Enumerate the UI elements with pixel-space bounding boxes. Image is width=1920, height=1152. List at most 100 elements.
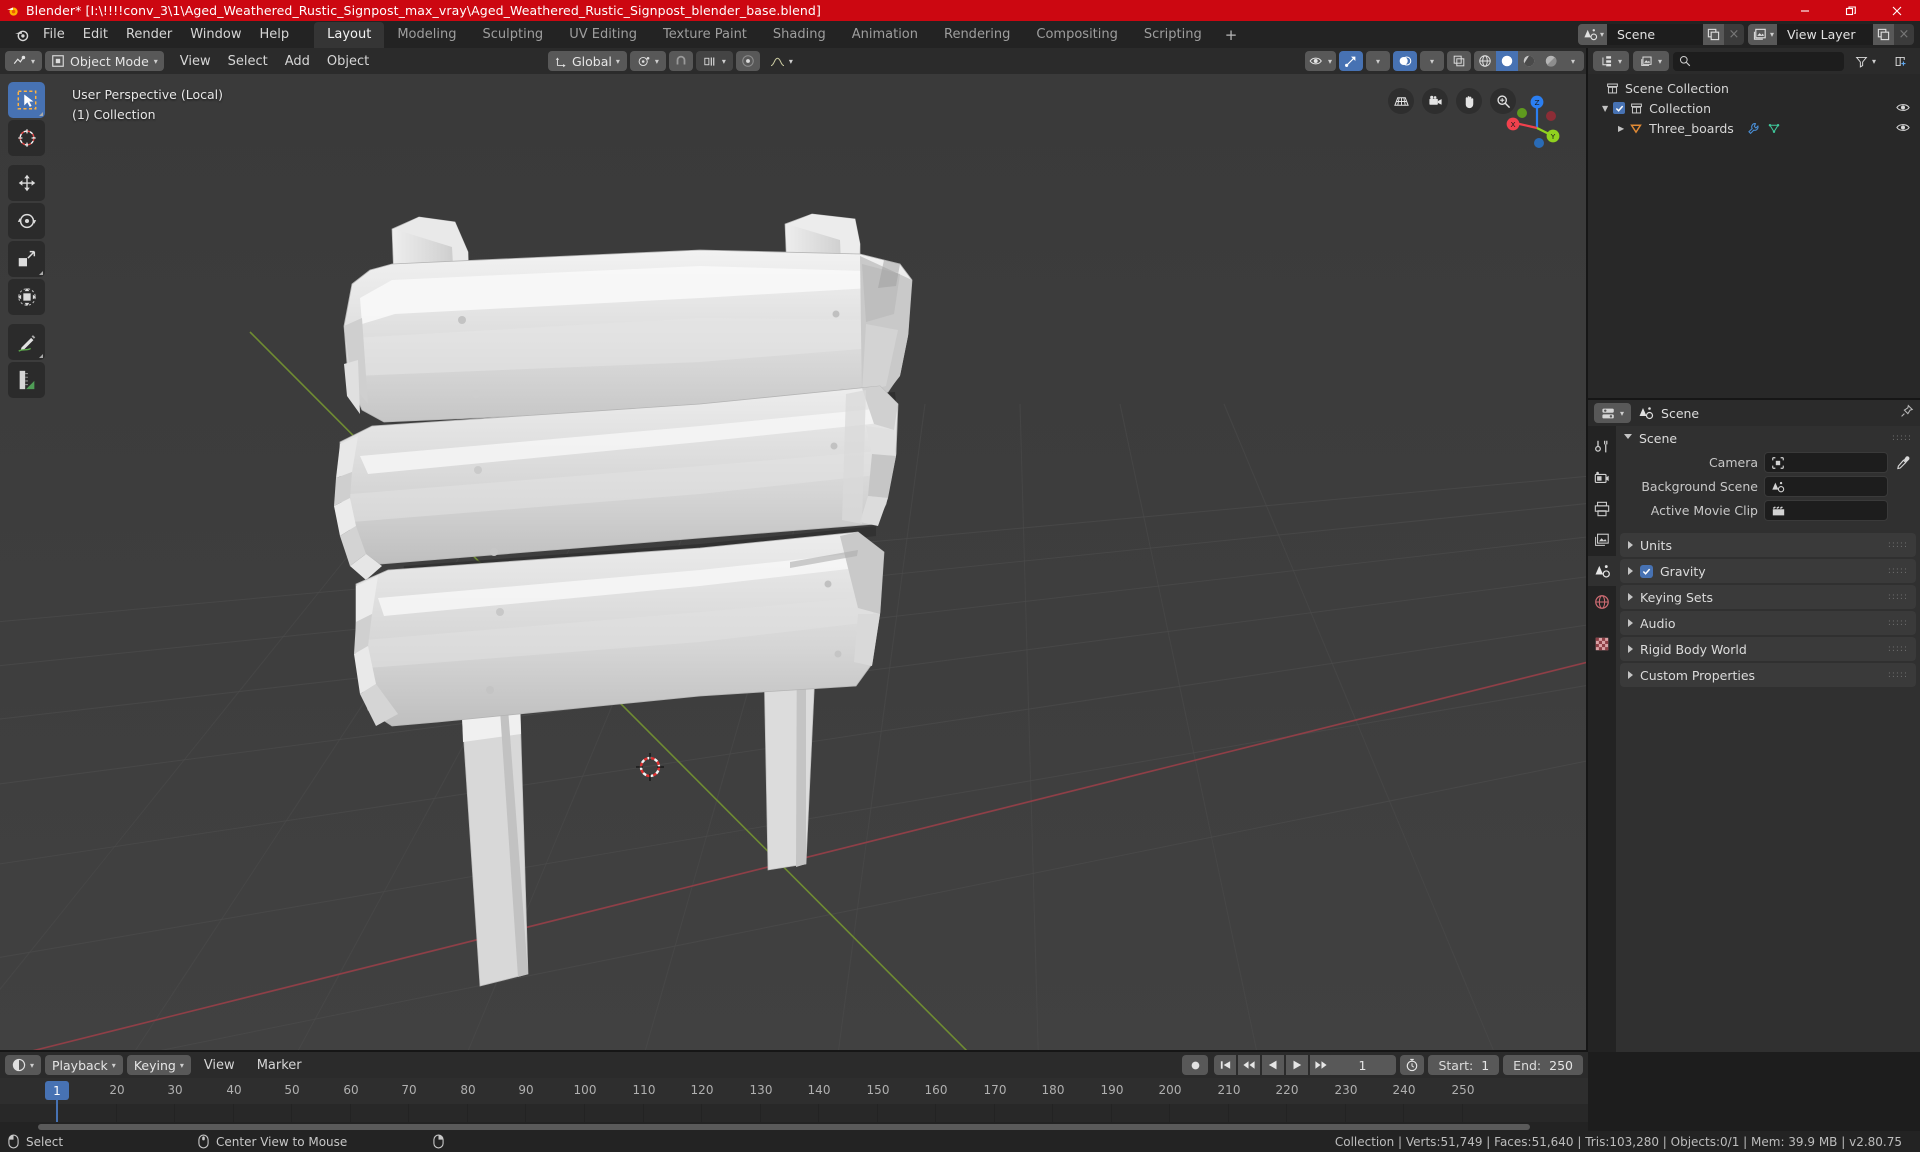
unlink-view-layer-button[interactable]: × [1894, 24, 1914, 45]
previous-keyframe-button[interactable] [1238, 1055, 1260, 1075]
blender-logo-icon[interactable] [8, 26, 34, 43]
pan-view-icon[interactable] [1456, 88, 1482, 114]
menu-edit[interactable]: Edit [74, 23, 117, 46]
modifier-wrench-icon[interactable] [1746, 122, 1760, 135]
outliner-row-collection[interactable]: ▼ Collection [1588, 98, 1920, 118]
overlays-options-button[interactable]: ▾ [1420, 51, 1444, 71]
measure-tool[interactable] [8, 362, 45, 398]
menu-add[interactable]: Add [277, 51, 318, 72]
menu-object[interactable]: Object [319, 51, 377, 72]
restore-button[interactable] [1828, 0, 1874, 21]
shading-rendered-button[interactable] [1540, 51, 1562, 71]
active-movie-clip-field[interactable] [1764, 500, 1888, 521]
tab-rendering[interactable]: Rendering [931, 22, 1023, 48]
timeline-playback-menu[interactable]: Playback ▾ [45, 1055, 123, 1075]
scene-icon[interactable]: ▾ [1577, 24, 1607, 45]
outliner-filter-button[interactable]: ▾ [1848, 51, 1883, 71]
axis-gizmo[interactable]: Z X Y [1496, 86, 1574, 164]
camera-view-icon[interactable] [1422, 88, 1448, 114]
tab-layout[interactable]: Layout [314, 21, 385, 48]
tab-uv-editing[interactable]: UV Editing [556, 22, 650, 48]
properties-tab-output[interactable] [1588, 494, 1616, 524]
menu-file[interactable]: File [34, 23, 74, 46]
expand-triangle-object[interactable]: ▶ [1618, 124, 1624, 133]
gizmo-options-button[interactable]: ▾ [1366, 51, 1390, 71]
proportional-falloff-selector[interactable]: ▾ [763, 51, 800, 71]
properties-tab-view-layer[interactable] [1588, 525, 1616, 555]
scale-tool[interactable] [8, 241, 45, 277]
properties-tab-tool[interactable] [1588, 432, 1616, 462]
minimize-button[interactable] [1782, 0, 1828, 21]
panel-header-units[interactable]: Units ::::: [1620, 533, 1916, 557]
editor-type-button[interactable]: ▾ [5, 51, 43, 71]
add-workspace-button[interactable]: + [1215, 22, 1248, 48]
snap-to-selector[interactable]: ▾ [695, 51, 733, 71]
background-scene-field[interactable] [1764, 476, 1888, 497]
menu-select[interactable]: Select [220, 51, 276, 72]
pin-button[interactable] [1900, 404, 1914, 422]
new-scene-button[interactable] [1702, 24, 1724, 45]
cursor-tool[interactable] [8, 120, 45, 156]
transform-orientation-selector[interactable]: Global ▾ [548, 51, 627, 71]
gizmo-toggle[interactable] [1339, 51, 1363, 71]
properties-tab-scene[interactable] [1588, 556, 1616, 586]
rotate-tool[interactable] [8, 203, 45, 239]
auto-keying-toggle[interactable] [1400, 1055, 1425, 1075]
timeline-editor-type-button[interactable]: ▾ [5, 1055, 42, 1075]
menu-view[interactable]: View [172, 51, 219, 72]
new-view-layer-button[interactable] [1873, 24, 1894, 45]
panel-header-scene[interactable]: Scene ::::: [1616, 426, 1920, 450]
shading-solid-button[interactable] [1496, 51, 1518, 71]
panel-header-gravity[interactable]: Gravity ::::: [1620, 559, 1916, 583]
unlink-scene-button[interactable]: × [1723, 24, 1744, 45]
tab-sculpting[interactable]: Sculpting [469, 22, 556, 48]
auto-keyframe-button[interactable] [1182, 1055, 1208, 1075]
outliner-new-collection-button[interactable] [1887, 51, 1915, 71]
3d-viewport[interactable]: User Perspective (Local) (1) Collection [0, 74, 1588, 1052]
timeline-marker-menu[interactable]: Marker [248, 1054, 311, 1077]
shading-material-preview-button[interactable] [1518, 51, 1540, 71]
timeline-view-menu[interactable]: View [195, 1054, 244, 1077]
jump-to-start-button[interactable] [1214, 1055, 1236, 1075]
overlays-toggle[interactable] [1393, 51, 1417, 71]
object-visibility-toggle[interactable] [1896, 121, 1910, 137]
outliner-row-three-boards[interactable]: ▶ Three_boards [1588, 118, 1920, 138]
properties-tab-texture[interactable] [1588, 629, 1616, 659]
interaction-mode-selector[interactable]: Object Mode ▾ [45, 51, 164, 71]
shading-wireframe-button[interactable] [1474, 51, 1496, 71]
tab-texture-paint[interactable]: Texture Paint [650, 22, 760, 48]
properties-tab-world[interactable] [1588, 587, 1616, 617]
mesh-triangle-icon[interactable] [1767, 122, 1781, 135]
snap-magnet-toggle[interactable] [668, 51, 693, 71]
editor-divider-vertical[interactable] [1586, 48, 1588, 1131]
gravity-checkbox[interactable] [1640, 564, 1653, 578]
camera-eyedropper-button[interactable] [1894, 455, 1912, 470]
close-button[interactable] [1874, 0, 1920, 21]
collection-visibility-toggle[interactable] [1896, 101, 1910, 117]
outliner-search-input[interactable] [1673, 51, 1844, 71]
menu-help[interactable]: Help [251, 23, 299, 46]
current-frame-field[interactable]: 1 [1328, 1055, 1397, 1075]
transform-tool[interactable] [8, 279, 45, 315]
scene-name[interactable]: Scene [1606, 24, 1703, 45]
tab-animation[interactable]: Animation [839, 22, 931, 48]
tab-shading[interactable]: Shading [760, 22, 839, 48]
expand-triangle-collection[interactable]: ▼ [1602, 104, 1608, 113]
move-tool[interactable] [8, 165, 45, 201]
timeline-horizontal-scrollbar[interactable] [0, 1122, 1588, 1131]
play-button[interactable] [1286, 1055, 1308, 1075]
view-layer-icon[interactable]: ▾ [1747, 24, 1777, 45]
collection-checkbox[interactable] [1613, 102, 1626, 114]
shading-options-button[interactable]: ▾ [1562, 51, 1584, 71]
tab-compositing[interactable]: Compositing [1023, 22, 1131, 48]
view-layer-name[interactable]: View Layer [1777, 24, 1873, 45]
timeline-keying-menu[interactable]: Keying ▾ [126, 1055, 191, 1075]
xray-toggle[interactable] [1447, 51, 1471, 71]
tweak-select-box-tool[interactable] [8, 82, 45, 118]
end-frame-field[interactable]: End: 250 [1503, 1055, 1583, 1075]
panel-header-keying-sets[interactable]: Keying Sets ::::: [1620, 585, 1916, 609]
properties-tab-render[interactable] [1588, 463, 1616, 493]
menu-render[interactable]: Render [117, 23, 181, 46]
timeline-ruler[interactable]: 10 20 30 40 50 60 70 80 90 100 110 120 1… [0, 1078, 1588, 1121]
outliner-display-mode-button[interactable]: ▾ [1633, 51, 1670, 71]
